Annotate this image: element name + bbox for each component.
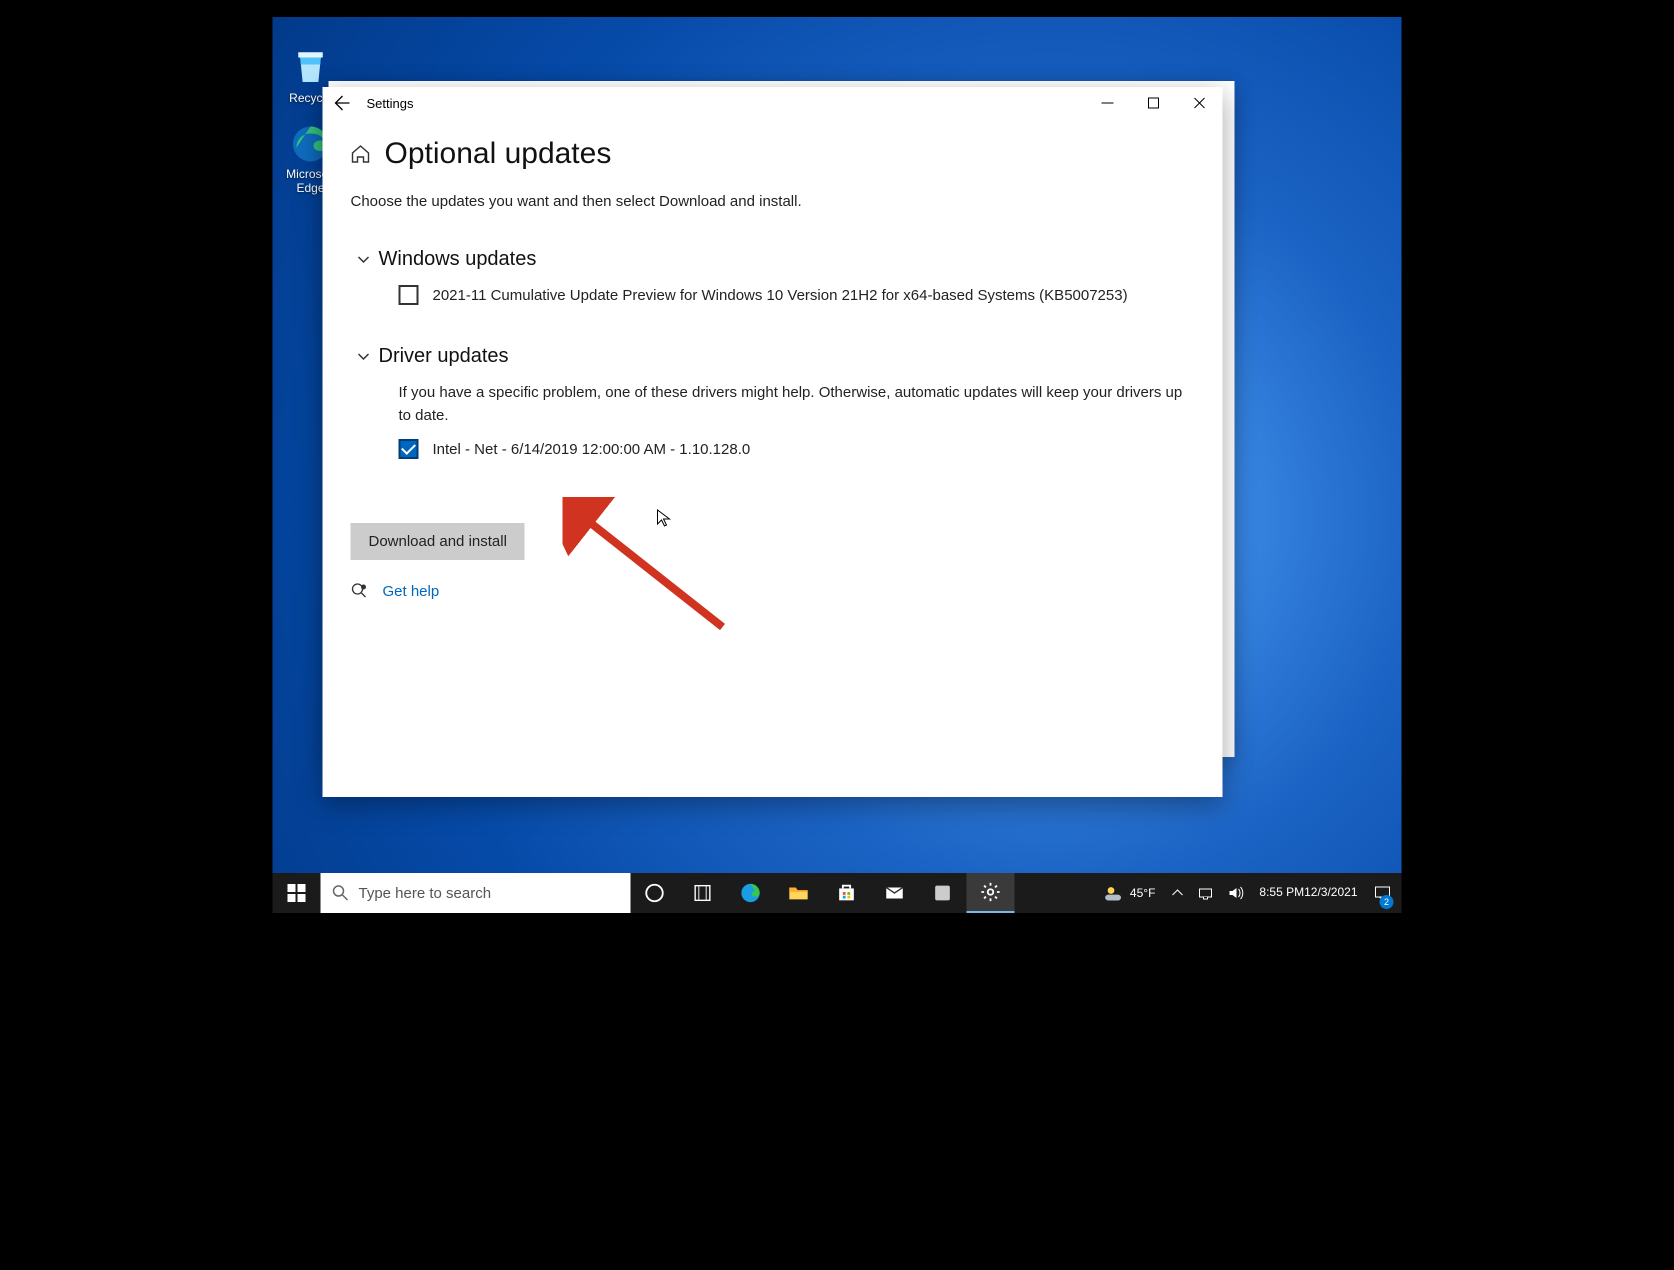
network-icon <box>1197 885 1213 901</box>
tray-chevron[interactable] <box>1165 873 1189 913</box>
search-placeholder: Type here to search <box>359 885 492 902</box>
get-help-icon <box>351 582 369 600</box>
section-note: If you have a specific problem, one of t… <box>399 382 1183 427</box>
close-icon <box>1194 97 1206 109</box>
update-label: Intel - Net - 6/14/2019 12:00:00 AM - 1.… <box>433 441 751 458</box>
taskbar: Type here to search 45°F 8:55 PM 12/3/20… <box>273 873 1402 913</box>
taskbar-app-mail[interactable] <box>871 873 919 913</box>
tray-network[interactable] <box>1191 873 1219 913</box>
chevron-down-icon <box>357 253 371 267</box>
chevron-up-icon <box>1171 887 1183 899</box>
window-app-title: Settings <box>363 96 1085 111</box>
recycle-bin-icon <box>290 47 332 89</box>
taskbar-app-generic[interactable] <box>679 873 727 913</box>
checkbox-driver-update-0[interactable] <box>399 439 419 459</box>
update-label: 2021-11 Cumulative Update Preview for Wi… <box>433 287 1128 304</box>
start-button[interactable] <box>273 873 321 913</box>
arrow-left-icon <box>335 95 351 111</box>
film-icon <box>692 882 714 904</box>
minimize-icon <box>1102 97 1114 109</box>
windows-logo-icon <box>288 884 306 902</box>
task-view-icon <box>644 882 666 904</box>
back-button[interactable] <box>323 87 363 119</box>
folder-icon <box>788 882 810 904</box>
chevron-down-icon <box>357 350 371 364</box>
weather-widget[interactable]: 45°F <box>1094 873 1165 913</box>
maximize-button[interactable] <box>1131 87 1177 119</box>
app-icon <box>932 882 954 904</box>
clock-time: 8:55 PM <box>1259 886 1304 900</box>
taskbar-app-settings[interactable] <box>967 873 1015 913</box>
maximize-icon <box>1148 97 1160 109</box>
taskbar-app-edge[interactable] <box>727 873 775 913</box>
clock-date: 12/3/2021 <box>1304 886 1357 900</box>
section-toggle-driver-updates[interactable]: Driver updates <box>357 345 1183 368</box>
weather-icon <box>1104 883 1124 903</box>
home-icon[interactable] <box>351 144 371 164</box>
tray-clock[interactable]: 8:55 PM 12/3/2021 <box>1251 873 1365 913</box>
download-and-install-button[interactable]: Download and install <box>351 523 525 560</box>
edge-icon <box>740 882 762 904</box>
store-icon <box>836 882 858 904</box>
task-view-button[interactable] <box>631 873 679 913</box>
page-title: Optional updates <box>385 137 612 171</box>
minimize-button[interactable] <box>1085 87 1131 119</box>
search-box[interactable]: Type here to search <box>321 873 631 913</box>
volume-icon <box>1227 885 1243 901</box>
taskbar-app-store[interactable] <box>823 873 871 913</box>
section-toggle-windows-updates[interactable]: Windows updates <box>357 248 1183 271</box>
titlebar: Settings <box>323 87 1223 119</box>
section-title: Driver updates <box>379 345 509 368</box>
section-title: Windows updates <box>379 248 537 271</box>
gear-icon <box>980 881 1002 903</box>
notification-icon <box>1374 884 1392 902</box>
mail-icon <box>884 882 906 904</box>
settings-window: Settings Optional updates Choose the upd… <box>323 87 1223 797</box>
taskbar-app-generic-2[interactable] <box>919 873 967 913</box>
tray-volume[interactable] <box>1221 873 1249 913</box>
weather-temp: 45°F <box>1130 886 1155 900</box>
search-icon <box>333 885 349 901</box>
tray-notifications[interactable] <box>1368 873 1398 913</box>
checkbox-windows-update-0[interactable] <box>399 285 419 305</box>
taskbar-app-explorer[interactable] <box>775 873 823 913</box>
page-instruction: Choose the updates you want and then sel… <box>351 193 1183 210</box>
get-help-link[interactable]: Get help <box>383 583 440 600</box>
close-button[interactable] <box>1177 87 1223 119</box>
